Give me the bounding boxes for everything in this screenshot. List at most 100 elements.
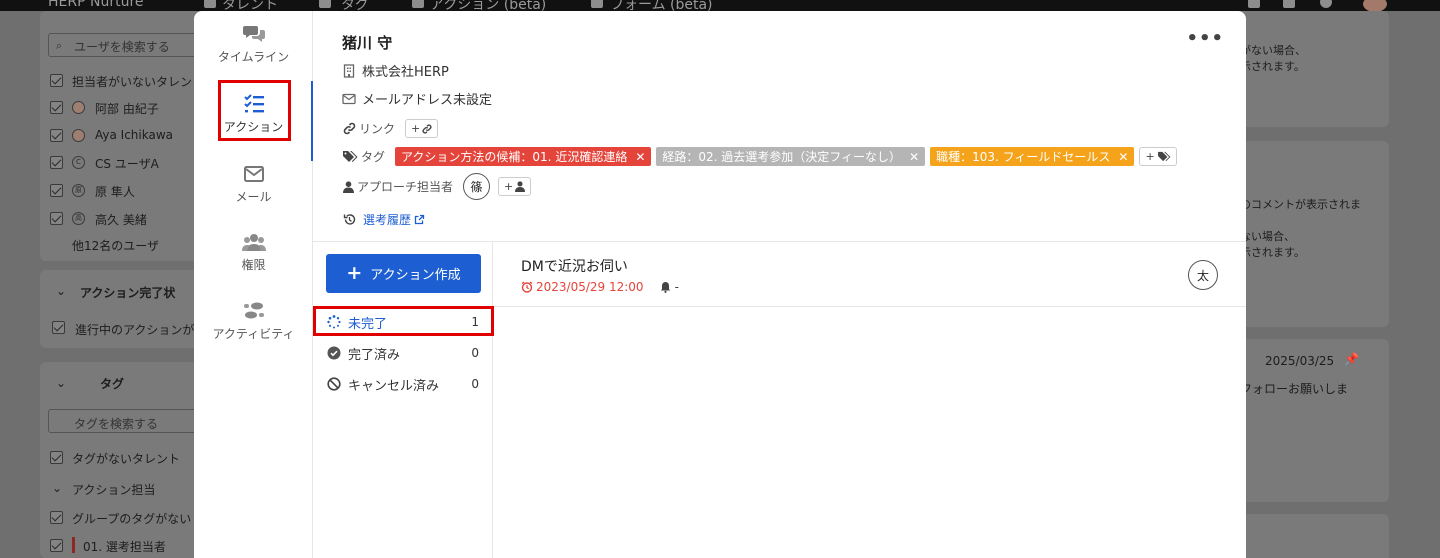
assignee-avatar[interactable]: 太: [1188, 260, 1218, 290]
envelope-icon: [243, 166, 264, 182]
tag-chip[interactable]: 職種：103. フィールドセールス ✕: [930, 147, 1135, 166]
status-incomplete[interactable]: 未完了 1: [313, 307, 493, 337]
tags-icon: [342, 150, 358, 164]
external-link-icon[interactable]: [414, 214, 425, 225]
checklist-icon: [243, 94, 264, 113]
nav-action[interactable]: アクション: [194, 93, 313, 157]
bg-user-search-placeholder: ユーザを検索する: [74, 40, 170, 54]
chevron-down-icon: ⌄: [56, 376, 67, 390]
bg-action-item: 進行中のアクションが: [75, 323, 195, 337]
bg-right-text: 示されます。: [1240, 60, 1305, 73]
bg-right-text: 示されます。: [1240, 246, 1305, 259]
bg-avatar: [72, 101, 85, 114]
bg-right-text: フォローお願いしま: [1240, 382, 1349, 396]
add-link-plus: +: [411, 122, 421, 135]
add-approach-plus: +: [504, 180, 514, 193]
form-icon: [591, 0, 603, 8]
tag-chip-text: アクション方法の候補：01. 近況確認連絡: [401, 150, 628, 164]
bg-right-date: 2025/03/25: [1265, 354, 1335, 368]
gear-icon[interactable]: [1320, 0, 1332, 8]
bg-user-item: 阿部 由紀子: [95, 102, 159, 116]
user-avatar[interactable]: [1363, 0, 1387, 11]
status-count: 0: [471, 377, 479, 391]
action-icon: [412, 0, 424, 8]
nav-timeline[interactable]: タイムライン: [194, 23, 313, 87]
candidate-header: 猪川 守 ••• 株式会社HERP メールアドレス未設定 リンク + タグ アク…: [311, 11, 1246, 242]
nav-tag[interactable]: タグ: [341, 0, 369, 11]
add-tag-button[interactable]: +: [1139, 147, 1177, 166]
search-icon: ⌕: [56, 39, 63, 52]
approach-avatar[interactable]: 篠: [463, 173, 491, 200]
close-icon[interactable]: ✕: [635, 150, 645, 164]
tag-icon: [319, 0, 331, 8]
chevron-down-icon: ⌄: [52, 481, 63, 495]
add-tag-plus: +: [1145, 150, 1155, 163]
tag-row: タグ アクション方法の候補：01. 近況確認連絡 ✕ 経路：02. 過去選考参加…: [342, 147, 1177, 166]
nav-form[interactable]: フォーム (beta): [610, 0, 713, 11]
nav-action[interactable]: アクション (beta): [430, 0, 546, 11]
nav-activity[interactable]: アクティビティ: [194, 300, 313, 364]
tag-chip[interactable]: 経路：02. 過去選考参加（決定フィーなし） ✕: [656, 147, 926, 166]
status-count: 0: [471, 346, 479, 360]
candidate-name: 猪川 守: [342, 34, 393, 52]
header-accent-bar: [311, 81, 313, 161]
spinner-icon: [326, 315, 341, 330]
tag-chip[interactable]: アクション方法の候補：01. 近況確認連絡 ✕: [395, 147, 652, 166]
status-label: キャンセル済み: [348, 378, 440, 394]
app-topbar: HERP Nurture タレント タグ アクション (beta) フォーム (…: [0, 0, 1440, 11]
action-meta: 2023/05/29 12:00 -: [521, 280, 679, 294]
company-row: 株式会社HERP: [342, 61, 449, 80]
user-icon: [515, 181, 526, 192]
status-count: 1: [471, 315, 479, 329]
chevron-down-icon: ⌄: [56, 284, 67, 298]
history-link[interactable]: 選考履歴: [363, 211, 411, 228]
add-approach-button[interactable]: +: [498, 177, 532, 196]
bg-user-item: 高久 美緒: [95, 213, 147, 227]
nav-label: 権限: [241, 258, 266, 272]
bg-checkbox: [50, 451, 63, 464]
bg-avatar: C: [72, 156, 85, 169]
close-icon[interactable]: ✕: [1118, 150, 1128, 164]
nav-label: アクティビティ: [212, 327, 295, 341]
bg-user-item: 担当者がいないタレント: [72, 75, 205, 89]
chat-bubbles-icon: [242, 26, 265, 42]
more-options-button[interactable]: •••: [1186, 28, 1224, 49]
action-item[interactable]: DMで近況お伺い 2023/05/29 12:00 - 太: [494, 242, 1246, 307]
nav-label: タイムライン: [217, 50, 290, 64]
bg-right-text: ない場合、: [1240, 230, 1295, 243]
link-icon: [342, 122, 356, 136]
bg-right-text: がない場合、: [1240, 44, 1306, 57]
bg-tag-section-title: タグ: [100, 377, 125, 391]
plus-icon: +: [346, 262, 363, 284]
nav-permission[interactable]: 権限: [194, 231, 313, 295]
link-icon: [422, 123, 432, 134]
bg-tag-search-placeholder: タグを検索する: [74, 417, 159, 431]
close-icon[interactable]: ✕: [909, 150, 919, 164]
mail-icon[interactable]: [1248, 0, 1260, 8]
bg-checkbox: [50, 184, 63, 197]
add-link-button[interactable]: +: [405, 119, 439, 138]
envelope-outline-icon: [342, 92, 356, 106]
bg-tag-group-title: アクション担当: [72, 483, 156, 497]
action-notify: -: [674, 280, 679, 294]
bg-checkbox: [50, 539, 63, 552]
bg-tag-group-item: グループのタグがない: [72, 512, 192, 526]
tag-chip-text: 職種：103. フィールドセールス: [936, 150, 1111, 164]
chart-icon[interactable]: [1283, 0, 1295, 8]
nav-talent[interactable]: タレント: [222, 0, 278, 11]
bg-checkbox: [50, 101, 63, 114]
create-action-button[interactable]: + アクション作成: [326, 254, 481, 293]
bg-checkbox: [50, 156, 63, 169]
company-name: 株式会社HERP: [362, 65, 449, 80]
status-cancelled[interactable]: キャンセル済み 0: [313, 369, 493, 399]
modal-side-nav: タイムライン アクション メール 権限 アクティビティ: [194, 11, 313, 558]
bg-more-users: 他12名のユーザ: [72, 239, 160, 253]
tags-icon: [1157, 151, 1171, 162]
history-row: 選考履歴: [342, 211, 425, 228]
bg-checkbox: [50, 212, 63, 225]
status-completed[interactable]: 完了済み 0: [313, 338, 493, 368]
email-row: メールアドレス未設定: [342, 89, 492, 108]
bg-avatar: 高: [72, 212, 85, 225]
bg-user-item: 原 隼人: [95, 185, 135, 199]
nav-mail[interactable]: メール: [194, 163, 313, 227]
